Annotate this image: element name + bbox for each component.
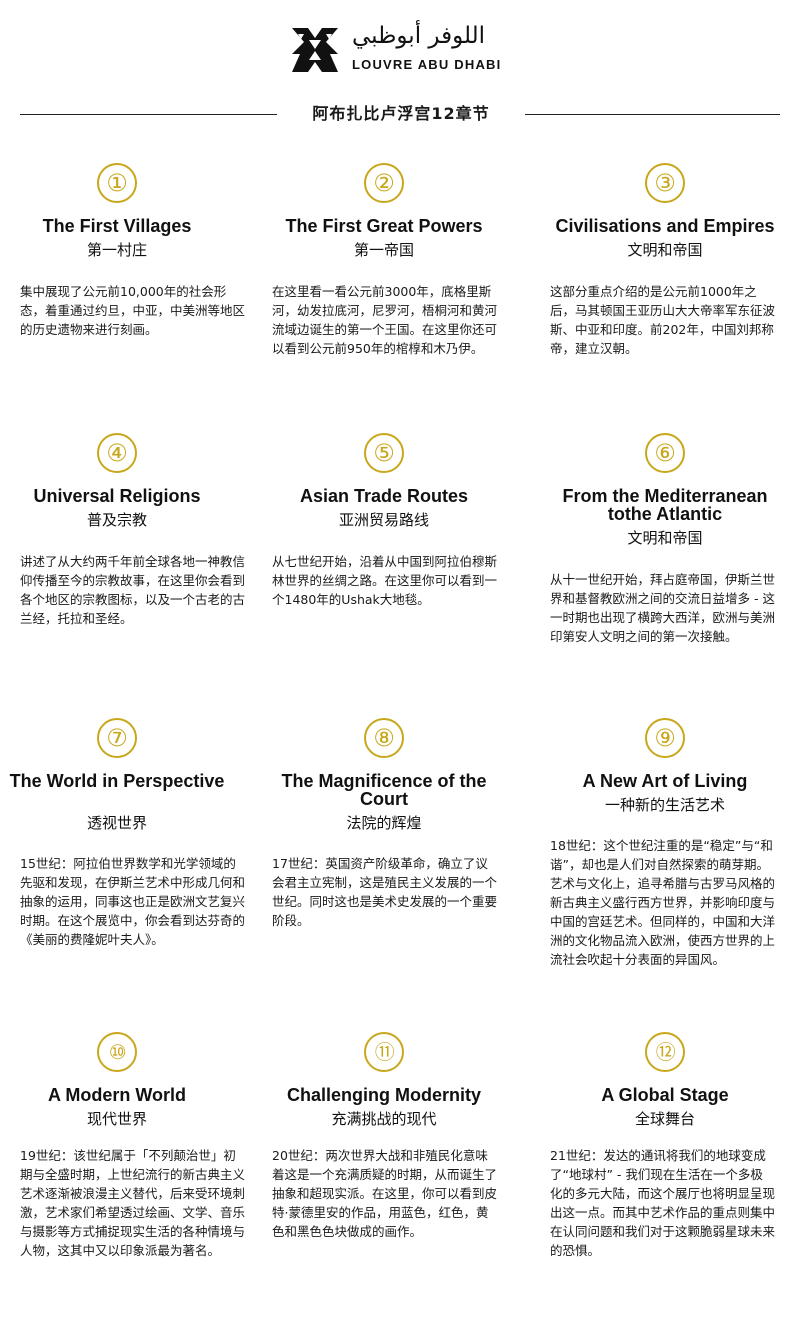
chapter-number-badge: ⑤ [364,433,404,473]
chapter-number-badge: ⑫ [645,1032,685,1072]
chapter-title: A Modern World [48,1085,186,1105]
chapter-number-badge: ④ [97,433,137,473]
chapter-description: 从七世纪开始，沿着从中国到阿拉伯穆斯林世界的丝绸之路。在这里你可以看到一个148… [272,554,498,607]
chapter-description: 19世纪：该世纪属于「不列颠治世」初期与全盛时期，上世纪流行的新古典主义艺术逐渐… [20,1148,246,1258]
page-subtitle: 阿布扎比卢浮宫12章节 [312,104,490,123]
logo-arabic-text: اللوفر أبوظبي [352,23,485,49]
divider-left [20,114,277,115]
chapter-description: 17世纪：英国资产阶级革命，确立了议会君主立宪制，这是殖民主义发展的一个世纪。同… [272,856,498,928]
chapter-number-badge: ⑩ [97,1032,137,1072]
divider-right [525,114,780,115]
header: اللوفر أبوظبي LOUVRE ABU DHABI [0,0,800,90]
chapter-title: Civilisations and Empires [555,216,775,236]
chapter-subtitle: 全球舞台 [634,1110,695,1128]
chapter-number-badge: ① [97,163,137,203]
section-heading: 阿布扎比卢浮宫12章节 [0,102,800,126]
chapter-number-badge: ② [364,163,404,203]
chapter-title: Challenging Modernity [286,1085,481,1105]
chapter-number-badge: ⑥ [645,433,685,473]
chapter-description: 21世纪：发达的通讯将我们的地球变成了“地球村” - 我们现在生活在一个多极化的… [550,1148,776,1258]
chapter-subtitle: 透视世界 [86,814,147,832]
chapter-description: 集中展现了公元前10,000年的社会形态，着重通过约旦，中亚，中美洲等地区的历史… [20,284,246,337]
chapter-title: From the Mediterranean tothe Atlantic [562,486,768,524]
chapter-title: Asian Trade Routes [299,486,469,506]
chapter-description: 这部分重点介绍的是公元前1000年之后，马其顿国王亚历山大大帝率军东征波斯、中亚… [550,284,776,356]
chapter-subtitle: 第一帝国 [353,241,414,259]
chapter-subtitle: 文明和帝国 [627,529,703,547]
chapter-subtitle: 充满挑战的现代 [331,1110,437,1128]
chapter-title: A Global Stage [601,1085,729,1105]
chapter-subtitle: 法院的辉煌 [346,814,422,832]
chapter-number-badge: ⑪ [364,1032,404,1072]
chapter-description: 从十一世纪开始，拜占庭帝国，伊斯兰世界和基督教欧洲之间的交流日益增多 - 这一时… [550,572,776,644]
chapter-subtitle: 现代世界 [86,1110,147,1128]
chapter-number-badge: ⑦ [97,718,137,758]
logo-latin-text: LOUVRE ABU DHABI [352,57,502,72]
chapter-title: The First Villages [42,216,192,236]
chapter-title: The World in Perspective [9,771,225,791]
chapter-description: 18世纪：这个世纪注重的是“稳定”与“和谐”，却也是人们对自然探索的萌芽期。艺术… [550,838,776,967]
chapter-number-badge: ③ [645,163,685,203]
chapter-title: The First Great Powers [285,216,483,236]
chapter-subtitle: 文明和帝国 [627,241,703,259]
chapter-number-badge: ⑨ [645,718,685,758]
chapter-description: 在这里看一看公元前3000年，底格里斯河，幼发拉底河，尼罗河，梧桐河和黄河流域边… [272,284,498,356]
louvre-logo-icon [290,24,340,76]
chapter-title: Universal Religions [33,486,201,506]
chapter-description: 15世纪：阿拉伯世界数学和光学领域的先驱和发现，在伊斯兰艺术中形成几何和抽象的运… [20,856,246,947]
chapter-title: The Magnificence of the Court [281,771,487,809]
chapter-number-badge: ⑧ [364,718,404,758]
chapter-description: 讲述了从大约两千年前全球各地一神教信仰传播至今的宗教故事，在这里你会看到各个地区… [20,554,246,626]
chapter-subtitle: 亚洲贸易路线 [338,511,429,529]
chapter-subtitle: 普及宗教 [86,511,147,529]
chapter-title: A New Art of Living [582,771,748,791]
chapter-description: 20世纪：两次世界大战和非殖民化意味着这是一个充满质疑的时期，从而诞生了抽象和超… [272,1148,498,1239]
chapter-subtitle: 一种新的生活艺术 [604,796,725,814]
chapter-subtitle: 第一村庄 [86,241,147,259]
